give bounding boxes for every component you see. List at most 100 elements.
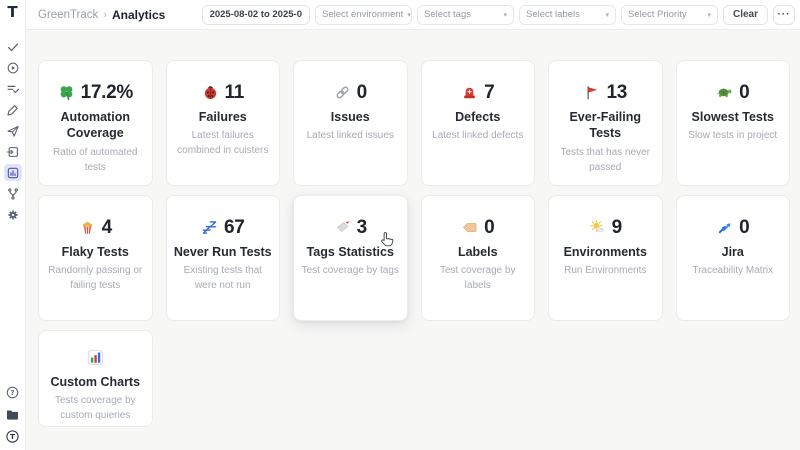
sidebar-bottom [4, 384, 22, 445]
card-title: Ever-Failing Tests [556, 109, 655, 142]
card-title: Failures [174, 109, 273, 125]
beacon-icon [461, 84, 478, 101]
card-jira[interactable]: 0 Jira Traceability Matrix [676, 195, 791, 321]
card-value: 0 [484, 218, 494, 237]
card-never-run-tests[interactable]: 67 Never Run Tests Existing tests that w… [166, 195, 281, 321]
sidebar-item-folder[interactable] [4, 406, 22, 423]
widget-grid: 17.2% Automation Coverage Ratio of autom… [38, 60, 790, 427]
card-title: Jira [684, 244, 783, 260]
breadcrumb: GreenTrack › Analytics [38, 8, 165, 22]
more-options-button[interactable]: ··· [773, 5, 795, 25]
sidebar-item-branch[interactable] [4, 185, 22, 202]
flag-icon [583, 84, 600, 101]
card-subtitle: Existing tests that were not run [174, 263, 273, 293]
card-value: 0 [357, 83, 367, 102]
sidebar-item-play-circle[interactable] [4, 59, 22, 76]
card-title: Environments [556, 244, 655, 260]
top-bar: GreenTrack › Analytics 2025-08-02 to 202… [26, 0, 800, 30]
plane-icon [6, 124, 20, 138]
card-slowest-tests[interactable]: 0 Slowest Tests Slow tests in project [676, 60, 791, 186]
card-environments[interactable]: 9 Environments Run Environments [548, 195, 663, 321]
card-labels[interactable]: 0 Labels Test coverage by labels [421, 195, 536, 321]
filter-bar: 2025-08-02 to 2025-0 Select environment … [202, 5, 795, 25]
breadcrumb-separator-icon: › [103, 9, 107, 21]
card-subtitle: Latest linked issues [301, 128, 400, 143]
card-subtitle: Test coverage by labels [429, 263, 528, 293]
clear-filters-button[interactable]: Clear [723, 5, 768, 25]
card-title: Issues [301, 109, 400, 125]
card-title: Automation Coverage [46, 109, 145, 142]
card-subtitle: Latest linked defects [429, 128, 528, 143]
card-failures[interactable]: 11 Failures Latest failures combined in … [166, 60, 281, 186]
zzz-icon [201, 219, 218, 236]
card-value: 4 [102, 218, 112, 237]
sidebar-item-gear[interactable] [4, 206, 22, 223]
jira-icon [716, 219, 733, 236]
sidebar-item-box-import[interactable] [4, 143, 22, 160]
sidebar: T [0, 0, 26, 450]
folder-icon [5, 407, 20, 422]
card-subtitle: Run Environments [556, 263, 655, 278]
card-flaky-tests[interactable]: 4 Flaky Tests Randomly passing or failin… [38, 195, 153, 321]
date-range-picker[interactable]: 2025-08-02 to 2025-0 [202, 5, 310, 25]
clover-icon [58, 84, 75, 101]
avatar-icon [5, 429, 20, 444]
card-title: Tags Statistics [301, 244, 400, 260]
card-tags-statistics[interactable]: 3 Tags Statistics Test coverage by tags [293, 195, 408, 321]
app-logo[interactable]: T [7, 5, 17, 20]
filter-dropdowns: Select environment ▾ Select tags ▾ Selec… [315, 5, 718, 25]
filter-select-tags[interactable]: Select tags ▾ [417, 5, 514, 25]
chevron-down-icon: ▾ [503, 11, 507, 19]
check-icon [6, 40, 20, 54]
sidebar-item-check[interactable] [4, 38, 22, 55]
analytics-page: T GreenTrack › Analytics 2025-08-02 to 2… [0, 0, 800, 450]
filter-select-labels[interactable]: Select labels ▾ [519, 5, 616, 25]
card-subtitle: Traceability Matrix [684, 263, 783, 278]
help-icon [5, 385, 20, 400]
card-subtitle: Ratio of automated tests [46, 145, 145, 175]
card-custom-charts[interactable]: Custom Charts Tests coverage by custom q… [38, 330, 153, 427]
analytics-icon [6, 166, 20, 180]
sidebar-item-task-list[interactable] [4, 80, 22, 97]
branch-icon [6, 187, 20, 201]
ladybug-icon [202, 84, 219, 101]
sidebar-item-analytics[interactable] [4, 164, 22, 181]
suncloud-icon [589, 219, 606, 236]
card-value: 3 [357, 218, 367, 237]
box-import-icon [6, 145, 20, 159]
card-title: Never Run Tests [174, 244, 273, 260]
filter-select-environment[interactable]: Select environment ▾ [315, 5, 412, 25]
pen-icon [6, 103, 20, 117]
card-value: 0 [739, 83, 749, 102]
card-subtitle: Test coverage by tags [301, 263, 400, 278]
card-issues[interactable]: 0 Issues Latest linked issues [293, 60, 408, 186]
sidebar-item-pen[interactable] [4, 101, 22, 118]
card-title: Custom Charts [46, 374, 145, 390]
card-value: 11 [225, 83, 245, 102]
card-ever-failing-tests[interactable]: 13 Ever-Failing Tests Tests that has nev… [548, 60, 663, 186]
card-subtitle: Tests coverage by custom quieries [46, 393, 145, 423]
page-title: Analytics [112, 8, 165, 22]
card-value: 9 [612, 218, 622, 237]
card-value: 0 [739, 218, 749, 237]
sidebar-item-help[interactable] [4, 384, 22, 401]
card-subtitle: Randomly passing or failing tests [46, 263, 145, 293]
breadcrumb-project[interactable]: GreenTrack [38, 9, 98, 21]
card-title: Labels [429, 244, 528, 260]
sidebar-item-plane[interactable] [4, 122, 22, 139]
filter-select-priority[interactable]: Select Priority ▾ [621, 5, 718, 25]
play-circle-icon [6, 61, 20, 75]
card-value: 67 [224, 218, 245, 237]
link-icon [334, 84, 351, 101]
sidebar-item-avatar[interactable] [4, 428, 22, 445]
chevron-down-icon: ▾ [605, 11, 609, 19]
card-automation-coverage[interactable]: 17.2% Automation Coverage Ratio of autom… [38, 60, 153, 186]
card-title: Flaky Tests [46, 244, 145, 260]
card-title: Slowest Tests [684, 109, 783, 125]
chevron-down-icon: ▾ [407, 11, 411, 19]
card-defects[interactable]: 7 Defects Latest linked defects [421, 60, 536, 186]
card-value: 13 [606, 83, 627, 102]
card-value: 17.2% [81, 83, 133, 102]
card-subtitle: Tests that has never passed [556, 145, 655, 175]
card-value: 7 [484, 83, 494, 102]
